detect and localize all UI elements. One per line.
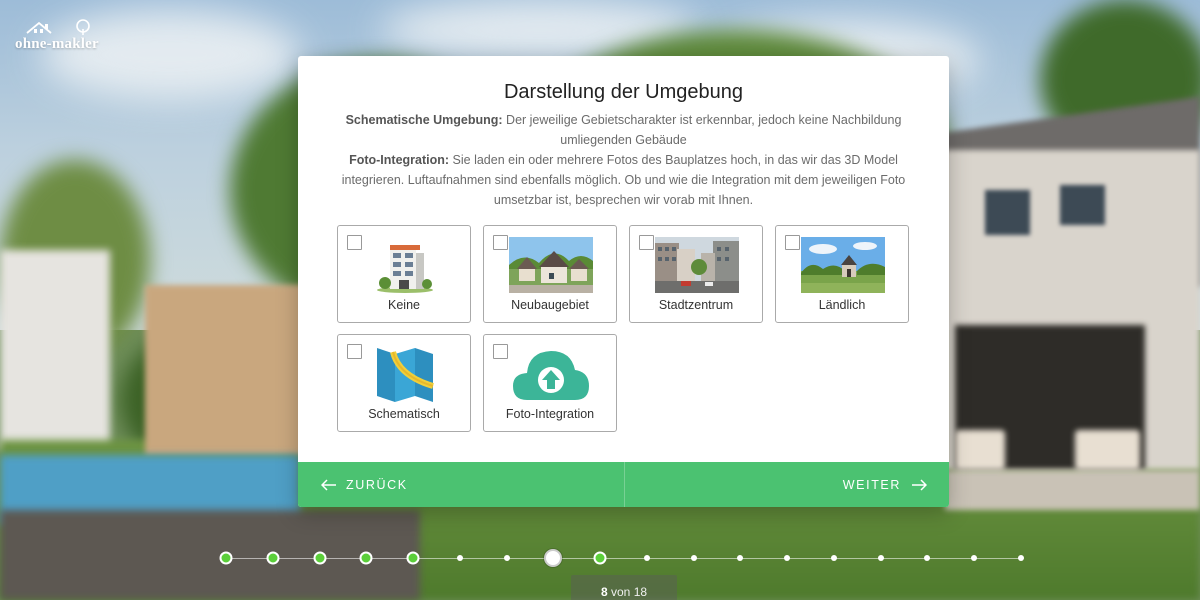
city-center-photo bbox=[655, 237, 739, 293]
progress-step-7[interactable] bbox=[503, 555, 510, 561]
arrow-right-icon bbox=[912, 478, 927, 491]
progress-step-8[interactable] bbox=[544, 549, 563, 567]
back-button-label: ZURÜCK bbox=[346, 477, 408, 492]
option-checkbox[interactable] bbox=[347, 235, 362, 250]
description-photo: Foto-Integration: Sie laden ein oder meh… bbox=[338, 150, 909, 210]
progress-step-12[interactable] bbox=[737, 555, 744, 561]
progress-step-4[interactable] bbox=[359, 551, 373, 565]
progress-track bbox=[226, 558, 1021, 559]
arrow-left-icon bbox=[321, 478, 336, 491]
step-separator: von bbox=[610, 585, 631, 599]
option-keine[interactable]: Keine bbox=[337, 225, 471, 323]
rural-photo bbox=[801, 237, 885, 293]
logo[interactable]: ohne-makler bbox=[15, 19, 99, 53]
option-checkbox[interactable] bbox=[493, 344, 508, 359]
progress-step-15[interactable] bbox=[877, 555, 884, 561]
option-label: Ländlich bbox=[818, 298, 866, 312]
description-schematic: Schematische Umgebung: Der jeweilige Geb… bbox=[338, 110, 909, 150]
option-laendlich[interactable]: Ländlich bbox=[775, 225, 909, 323]
progress-step-9[interactable] bbox=[593, 551, 607, 565]
progress-step-18[interactable] bbox=[1018, 555, 1024, 561]
step-total: 18 bbox=[633, 585, 648, 599]
description-schematic-label: Schematische Umgebung: bbox=[345, 113, 503, 127]
description-photo-label: Foto-Integration: bbox=[349, 153, 450, 167]
option-label: Keine bbox=[388, 298, 420, 312]
option-checkbox[interactable] bbox=[493, 235, 508, 250]
option-schematisch[interactable]: Schematisch bbox=[337, 334, 471, 432]
option-foto-integration[interactable]: Foto-Integration bbox=[483, 334, 617, 432]
house-logo-icon bbox=[26, 19, 90, 35]
option-label: Schematisch bbox=[368, 407, 440, 421]
back-button[interactable]: ZURÜCK bbox=[298, 462, 625, 507]
map-icon bbox=[377, 348, 434, 402]
progress-step-1[interactable] bbox=[219, 551, 233, 565]
progress-step-17[interactable] bbox=[971, 555, 978, 561]
dialog-footer: ZURÜCK WEITER bbox=[298, 462, 949, 507]
step-counter: 8 von 18 bbox=[571, 575, 677, 600]
option-label: Foto-Integration bbox=[505, 407, 595, 421]
progress-step-5[interactable] bbox=[406, 551, 420, 565]
progress-step-10[interactable] bbox=[643, 555, 650, 561]
progress-step-6[interactable] bbox=[456, 555, 463, 561]
progress-step-13[interactable] bbox=[784, 555, 791, 561]
option-neubaugebiet[interactable]: Neubaugebiet bbox=[483, 225, 617, 323]
next-button[interactable]: WEITER bbox=[625, 462, 950, 507]
dialog-title: Darstellung der Umgebung bbox=[503, 81, 744, 103]
progress-step-11[interactable] bbox=[690, 555, 697, 561]
progress-step-3[interactable] bbox=[313, 551, 327, 565]
option-stadtzentrum[interactable]: Stadtzentrum bbox=[629, 225, 763, 323]
new-housing-area-photo bbox=[509, 237, 593, 293]
option-label: Stadtzentrum bbox=[658, 298, 734, 312]
option-checkbox[interactable] bbox=[785, 235, 800, 250]
environment-dialog: Darstellung der Umgebung Schematische Um… bbox=[298, 56, 949, 507]
step-current: 8 bbox=[600, 585, 608, 599]
apartment-building-icon bbox=[377, 245, 433, 293]
option-label: Neubaugebiet bbox=[511, 298, 589, 312]
progress-step-16[interactable] bbox=[924, 555, 931, 561]
option-checkbox[interactable] bbox=[347, 344, 362, 359]
description-schematic-text: Der jeweilige Gebietscharakter ist erken… bbox=[502, 113, 902, 147]
option-checkbox[interactable] bbox=[639, 235, 654, 250]
next-button-label: WEITER bbox=[842, 477, 901, 492]
progress-step-14[interactable] bbox=[830, 555, 837, 561]
cloud-upload-icon bbox=[513, 351, 589, 400]
progress-step-2[interactable] bbox=[266, 551, 280, 565]
